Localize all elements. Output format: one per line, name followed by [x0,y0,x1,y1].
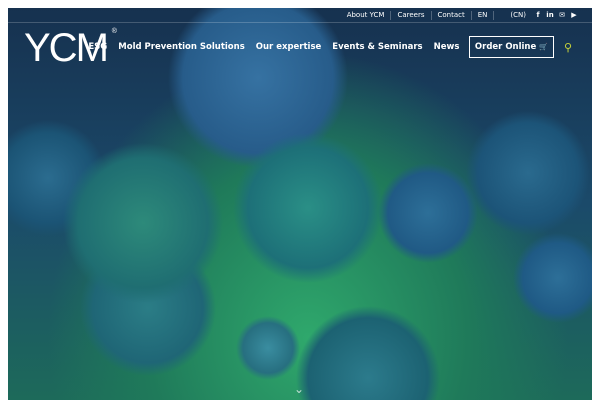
main-nav: ESG Mold Prevention Solutions Our expert… [83,36,572,58]
order-label: Order Online [474,42,537,52]
linkedin-icon[interactable]: in [544,11,556,19]
top-bar: About YCM Careers Contact EN (CN) f in ✉… [8,8,592,23]
link-contact[interactable]: Contact [432,10,472,20]
link-about[interactable]: About YCM [341,10,392,20]
lang-cn[interactable]: (CN) [504,11,532,20]
lang-en[interactable]: EN [472,10,495,20]
nav-events[interactable]: Events & Seminars [327,42,428,52]
nav-mold-prevention[interactable]: Mold Prevention Solutions [113,42,250,52]
nav-news[interactable]: News [428,42,465,52]
facebook-icon[interactable]: f [532,11,544,19]
youtube-icon[interactable]: ▶ [568,11,580,19]
search-icon[interactable]: ⚲ [564,41,572,54]
hero-image: About YCM Careers Contact EN (CN) f in ✉… [8,8,592,400]
email-icon[interactable]: ✉ [556,11,568,19]
nav-expertise[interactable]: Our expertise [250,42,327,52]
scroll-down-icon[interactable]: ⌄ [294,382,304,396]
order-online-button[interactable]: Order Online 🛒 [468,36,554,58]
cart-icon: 🛒 [539,43,548,51]
nav-esg[interactable]: ESG [83,42,113,52]
registered-mark: ® [111,28,117,35]
link-careers[interactable]: Careers [391,10,432,20]
